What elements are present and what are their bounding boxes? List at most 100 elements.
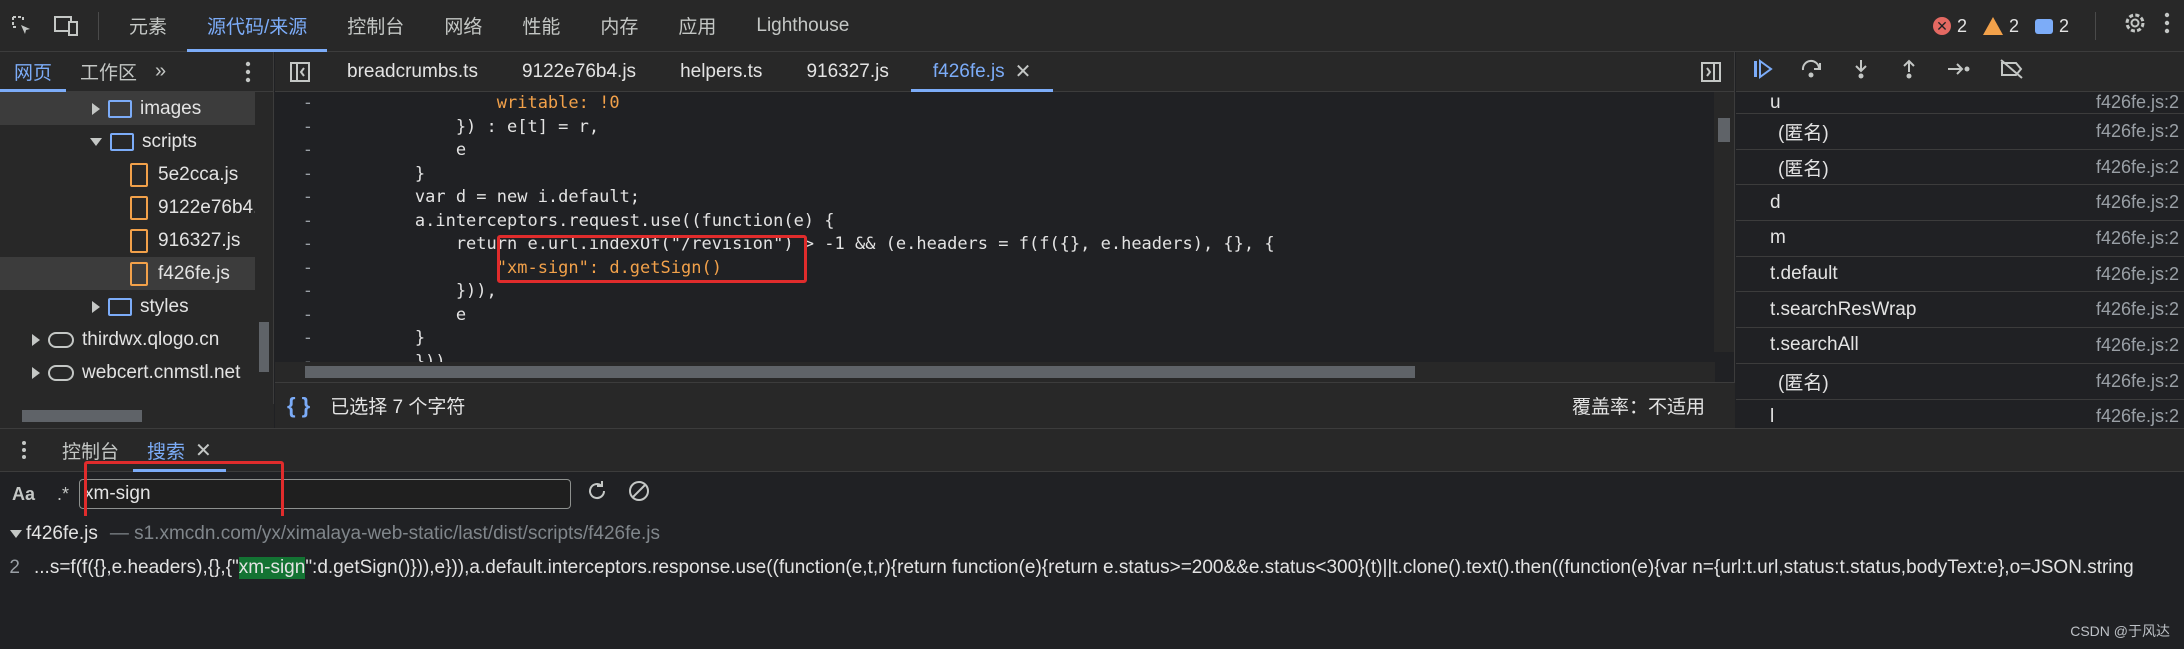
tree-label: 916327.js bbox=[158, 229, 241, 251]
pretty-print-icon[interactable]: { } bbox=[287, 393, 310, 419]
call-frame[interactable]: (匿名) f426fe.js:2 bbox=[1736, 364, 2184, 400]
toolbar-divider bbox=[98, 11, 99, 40]
step-into-icon[interactable] bbox=[1850, 58, 1872, 86]
step-over-icon[interactable] bbox=[1800, 58, 1824, 86]
line-marker: - bbox=[302, 93, 313, 113]
frame-location: f426fe.js:2 bbox=[2096, 263, 2180, 284]
tab-performance[interactable]: 性能 bbox=[502, 0, 580, 52]
editor-horizontal-scrollbar[interactable] bbox=[275, 362, 1715, 382]
resume-icon[interactable] bbox=[1752, 58, 1774, 86]
devtools-toolbar: 元素 源代码/来源 控制台 网络 性能 内存 应用 Lighthouse ✕ 2… bbox=[0, 0, 2184, 52]
tree-file-5e2cca[interactable]: 5e2cca.js bbox=[0, 158, 273, 191]
step-out-icon[interactable] bbox=[1898, 58, 1920, 86]
call-frame[interactable]: d f426fe.js:2 bbox=[1736, 185, 2184, 222]
tree-label: scripts bbox=[142, 130, 197, 152]
frame-location: f426fe.js:2 bbox=[2096, 192, 2180, 213]
tree-file-916327[interactable]: 916327.js bbox=[0, 224, 273, 257]
call-frame[interactable]: t.default f426fe.js:2 bbox=[1736, 257, 2184, 293]
warning-icon bbox=[1982, 17, 2003, 35]
tab-lighthouse[interactable]: Lighthouse bbox=[736, 0, 869, 52]
match-case-toggle[interactable]: Aa bbox=[12, 484, 35, 505]
more-options-icon[interactable] bbox=[2164, 11, 2170, 41]
device-toolbar-icon[interactable] bbox=[44, 0, 88, 52]
call-frame[interactable]: (匿名) f426fe.js:2 bbox=[1736, 114, 2184, 150]
file-icon bbox=[130, 228, 148, 253]
tab-console[interactable]: 控制台 bbox=[327, 0, 424, 52]
settings-gear-icon[interactable] bbox=[2122, 10, 2148, 42]
call-frame[interactable]: u f426fe.js:2 bbox=[1736, 92, 2184, 114]
navigator-menu-icon[interactable] bbox=[245, 60, 251, 90]
toggle-debugger-icon[interactable] bbox=[1700, 61, 1722, 89]
code-line: - return e.url.indexOf("/revision") > -1… bbox=[275, 233, 1715, 257]
tab-network[interactable]: 网络 bbox=[424, 0, 502, 52]
frame-name: (匿名) bbox=[1778, 372, 1829, 394]
tab-elements[interactable]: 元素 bbox=[109, 0, 187, 52]
drawer-tab-label: 搜索 bbox=[147, 441, 186, 463]
tree-domain-webcert[interactable]: webcert.cnmstl.net bbox=[0, 356, 273, 389]
editor-tab-916327[interactable]: 916327.js bbox=[784, 52, 910, 92]
regex-toggle[interactable]: .* bbox=[57, 484, 69, 505]
clear-search-icon[interactable] bbox=[627, 479, 651, 509]
frame-name: l bbox=[1770, 405, 1775, 427]
code-line: - e bbox=[275, 139, 1715, 163]
tree-folder-images[interactable]: images bbox=[0, 92, 273, 125]
call-frame[interactable]: m f426fe.js:2 bbox=[1736, 221, 2184, 257]
step-icon[interactable] bbox=[1946, 58, 1972, 86]
code-line: - } bbox=[275, 163, 1715, 187]
editor-tab-9122e76b4[interactable]: 9122e76b4.js bbox=[500, 52, 658, 92]
tree-file-f426fe[interactable]: f426fe.js bbox=[0, 257, 273, 290]
close-tab-icon[interactable]: ✕ bbox=[1015, 59, 1032, 84]
call-stack-list: u f426fe.js:2 (匿名) f426fe.js:2 (匿名) f426fe.… bbox=[1736, 92, 2184, 428]
frame-name: t.searchAll bbox=[1770, 334, 1859, 356]
tab-page[interactable]: 网页 bbox=[0, 52, 67, 92]
expand-arrow-icon bbox=[32, 333, 40, 346]
warning-badge[interactable]: 2 bbox=[1982, 16, 2019, 37]
toggle-navigator-icon[interactable] bbox=[275, 52, 325, 92]
code-text: e bbox=[333, 304, 467, 325]
code-text: } bbox=[333, 328, 426, 348]
tab-memory[interactable]: 内存 bbox=[580, 0, 658, 52]
tree-label: thirdwx.qlogo.cn bbox=[82, 328, 220, 350]
editor-vertical-scrollbar[interactable] bbox=[1714, 92, 1734, 352]
call-frame[interactable]: t.searchResWrap f426fe.js:2 bbox=[1736, 292, 2184, 329]
search-toolbar: Aa .* bbox=[0, 472, 2184, 516]
tree-domain-thirdwx[interactable]: thirdwx.qlogo.cn bbox=[0, 323, 273, 356]
call-frame[interactable]: l f426fe.js:2 bbox=[1736, 400, 2184, 429]
refresh-icon[interactable] bbox=[585, 479, 609, 509]
debugger-panel: u f426fe.js:2 (匿名) f426fe.js:2 (匿名) f426fe.… bbox=[1736, 52, 2184, 428]
editor-tab-helpers[interactable]: helpers.ts bbox=[658, 52, 784, 92]
file-icon bbox=[130, 261, 148, 286]
close-tab-icon[interactable]: ✕ bbox=[195, 438, 212, 463]
message-icon bbox=[2034, 18, 2053, 34]
result-file-header[interactable]: f426fe.js — s1.xmcdn.com/yx/ximalaya-web… bbox=[0, 516, 2184, 552]
editor-tab-breadcrumbs[interactable]: breadcrumbs.ts bbox=[325, 52, 500, 92]
tree-file-9122e76b4[interactable]: 9122e76b4.js bbox=[0, 191, 273, 224]
message-badge[interactable]: 2 bbox=[2034, 16, 2069, 37]
tab-application[interactable]: 应用 bbox=[658, 0, 736, 52]
code-area[interactable]: - writable: !0 - }) : e[t] = r, - e - } … bbox=[275, 92, 1715, 362]
tab-sources[interactable]: 源代码/来源 bbox=[187, 0, 328, 52]
file-icon bbox=[130, 195, 148, 220]
navigator-vertical-scrollbar[interactable] bbox=[255, 92, 273, 404]
code-text: a.interceptors.request.use((function(e) … bbox=[333, 210, 835, 231]
line-marker: - bbox=[302, 116, 313, 137]
navigator-horizontal-scrollbar[interactable] bbox=[0, 404, 274, 428]
frame-location: f426fe.js:2 bbox=[2096, 156, 2180, 177]
tree-folder-scripts[interactable]: scripts bbox=[0, 125, 273, 158]
inspect-element-icon[interactable] bbox=[0, 0, 44, 52]
tree-folder-styles[interactable]: styles bbox=[0, 290, 273, 323]
editor-tab-f426fe[interactable]: f426fe.js ✕ bbox=[910, 52, 1054, 92]
more-tabs-chevron-icon[interactable]: » bbox=[155, 60, 166, 83]
tree-label: f426fe.js bbox=[158, 262, 230, 284]
drawer-menu-icon[interactable] bbox=[0, 439, 48, 461]
result-match-line[interactable]: 2 ...s=f(f({},e.headers),{},{" xm-sign ":d… bbox=[0, 552, 2184, 584]
error-badge[interactable]: ✕ 2 bbox=[1932, 16, 1967, 37]
editor-tabs: breadcrumbs.ts 9122e76b4.js helpers.ts 9… bbox=[275, 52, 1734, 92]
deactivate-breakpoints-icon[interactable] bbox=[1998, 58, 2026, 86]
tab-workspace[interactable]: 工作区 bbox=[66, 52, 151, 92]
code-editor: breadcrumbs.ts 9122e76b4.js helpers.ts 9… bbox=[275, 52, 1735, 428]
call-frame[interactable]: (匿名) f426fe.js:2 bbox=[1736, 150, 2184, 186]
line-marker: - bbox=[302, 304, 313, 325]
frame-name: (匿名) bbox=[1778, 158, 1829, 180]
call-frame[interactable]: t.searchAll f426fe.js:2 bbox=[1736, 328, 2184, 364]
